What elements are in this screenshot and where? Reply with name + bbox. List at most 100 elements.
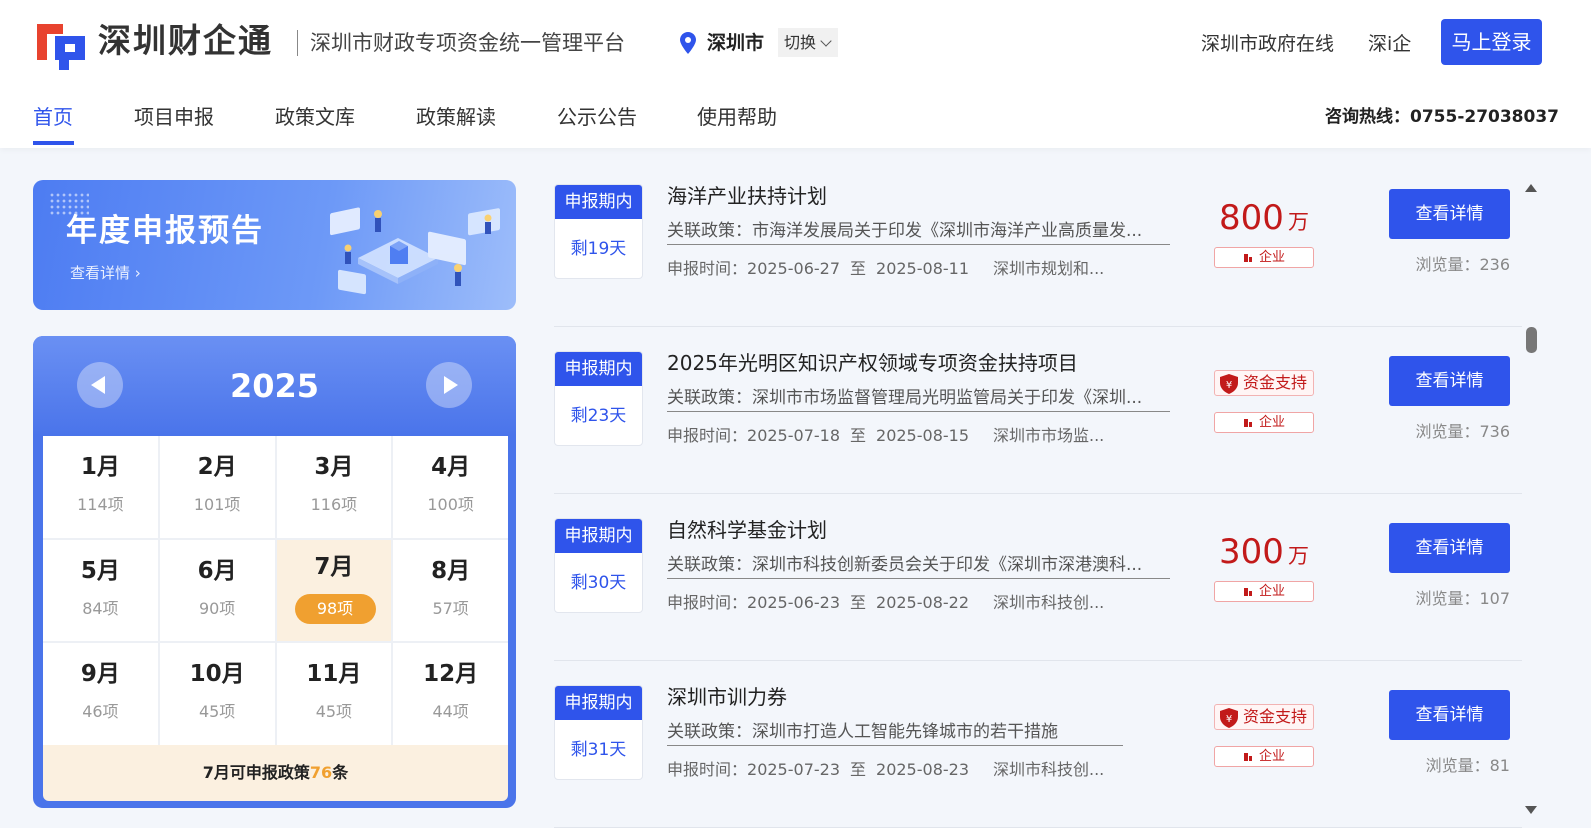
status-box: 申报期内 剩30天	[554, 518, 643, 613]
annual-calendar: 2025 1月 114项 2月 101项 3月 116项 4月 100项 5月 84项 6…	[33, 336, 516, 808]
status-label: 申报期内	[555, 352, 642, 386]
department: 深圳市市场监...	[993, 426, 1105, 445]
status-box: 申报期内 剩19天	[554, 184, 643, 279]
gov-online-link[interactable]: 深圳市政府在线	[1201, 30, 1334, 58]
month-label: 3月	[314, 454, 354, 480]
department: 深圳市科技创...	[993, 760, 1105, 779]
nav-project-apply[interactable]: 项目申报	[134, 102, 214, 132]
apply-time: 申报时间：2025-07-23 至 2025-08-23 深圳市科技创...	[667, 757, 1114, 783]
related-policy-link[interactable]: 关联政策：深圳市市场监督管理局光明监管局关于印发《深圳...	[667, 385, 1170, 412]
view-count: 浏览量：736	[1415, 422, 1510, 441]
amount-unit: 万	[1287, 210, 1309, 234]
brand-subtitle: 深圳市财政专项资金统一管理平台	[310, 31, 625, 55]
next-year-button[interactable]	[426, 362, 472, 408]
month-label: 5月	[80, 557, 120, 584]
yuan-shield-icon: ¥	[1220, 708, 1238, 728]
building-icon	[1243, 419, 1252, 427]
month-cell-11[interactable]: 11月 45项	[276, 643, 392, 745]
enterprise-tag: 企业	[1214, 412, 1314, 433]
list-item[interactable]: 申报期内 剩19天 海洋产业扶持计划 关联政策：市海洋发展局关于印发《深圳市海洋…	[554, 160, 1522, 327]
item-title[interactable]: 2025年光明区知识产权领域专项资金扶持项目	[667, 348, 1078, 378]
caiqitong-logo-icon[interactable]	[33, 14, 89, 70]
scroll-up-arrow-icon[interactable]	[1525, 184, 1537, 192]
item-title[interactable]: 自然科学基金计划	[667, 515, 827, 545]
month-cell-6[interactable]: 6月 90项	[159, 539, 275, 642]
end-date: 2025-08-23	[876, 760, 969, 779]
view-detail-button[interactable]: 查看详情	[1389, 690, 1510, 740]
isometric-illustration-icon	[330, 207, 500, 295]
city-switch-button[interactable]: 切换	[778, 28, 839, 57]
related-policy-link[interactable]: 关联政策：深圳市科技创新委员会关于印发《深圳市深港澳科...	[667, 552, 1170, 579]
calendar-header: 2025	[33, 336, 516, 436]
start-date: 2025-06-27	[747, 259, 840, 278]
enterprise-tag: 企业	[1214, 581, 1314, 602]
nav-active-indicator	[33, 141, 74, 145]
list-item[interactable]: 申报期内 剩31天 深圳市训力券 关联政策：深圳市打造人工智能先锋城市的若干措施…	[554, 661, 1522, 828]
month-label: 1月	[80, 454, 120, 480]
calendar-footer-summary: 7月可申报政策76条	[43, 745, 508, 801]
nav-home[interactable]: 首页	[33, 102, 73, 132]
nav-help[interactable]: 使用帮助	[697, 102, 777, 132]
list-item[interactable]: 申报期内 剩30天 自然科学基金计划 关联政策：深圳市科技创新委员会关于印发《深…	[554, 494, 1522, 661]
list-item[interactable]: 申报期内 剩23天 2025年光明区知识产权领域专项资金扶持项目 关联政策：深圳…	[554, 327, 1522, 494]
month-cell-8[interactable]: 8月 57项	[393, 539, 508, 642]
brand-divider	[297, 30, 298, 56]
month-label: 12月	[423, 661, 479, 688]
month-label: 2月	[197, 454, 237, 480]
month-cell-3[interactable]: 3月 116项	[276, 436, 392, 538]
month-label: 4月	[431, 454, 471, 480]
apply-time: 申报时间：2025-06-23 至 2025-08-22 深圳市科技创...	[667, 590, 1114, 616]
scroll-down-arrow-icon[interactable]	[1525, 806, 1537, 814]
month-cell-1[interactable]: 1月 114项	[43, 436, 158, 538]
month-cell-12[interactable]: 12月 44项	[393, 643, 508, 745]
location-pin-icon	[680, 32, 696, 54]
city-switch-label: 切换	[784, 33, 817, 52]
view-detail-button[interactable]: 查看详情	[1389, 356, 1510, 406]
month-cell-4[interactable]: 4月 100项	[393, 436, 508, 538]
item-title[interactable]: 海洋产业扶持计划	[667, 181, 827, 211]
shen-i-qi-link[interactable]: 深i企	[1368, 30, 1411, 58]
item-title[interactable]: 深圳市训力券	[667, 682, 787, 712]
month-count: 101项	[193, 495, 241, 514]
building-icon	[1243, 753, 1252, 761]
month-cell-5[interactable]: 5月 84项	[43, 539, 158, 642]
nav-policy-library[interactable]: 政策文库	[275, 102, 355, 132]
month-count: 57项	[432, 598, 469, 618]
related-policy-link[interactable]: 关联政策：深圳市打造人工智能先锋城市的若干措施	[667, 719, 1123, 746]
month-grid: 1月 114项 2月 101项 3月 116项 4月 100项 5月 84项 6月 90项 …	[43, 436, 508, 745]
month-count: 116项	[310, 495, 358, 514]
days-left: 剩19天	[570, 239, 627, 259]
time-to: 至	[850, 426, 867, 445]
related-policy-link[interactable]: 关联政策：市海洋发展局关于印发《深圳市海洋产业高质量发...	[667, 218, 1170, 245]
enterprise-tag: 企业	[1214, 746, 1314, 767]
month-cell-9[interactable]: 9月 46项	[43, 643, 158, 745]
arrow-right-icon	[444, 376, 458, 394]
month-label: 11月	[306, 661, 362, 688]
status-label: 申报期内	[555, 686, 642, 720]
hotline: 咨询热线：0755-27038037	[1325, 107, 1559, 127]
view-detail-button[interactable]: 查看详情	[1389, 189, 1510, 239]
month-cell-7[interactable]: 7月 98项	[276, 539, 392, 642]
status-label: 申报期内	[555, 519, 642, 553]
login-button[interactable]: 马上登录	[1441, 19, 1542, 65]
nav-policy-interpretation[interactable]: 政策解读	[416, 102, 496, 132]
site-header: 深圳财企通 深圳市财政专项资金统一管理平台 深圳市 切换 深圳市政府在线 深i企…	[0, 0, 1591, 148]
funding-amount: 800 万	[1214, 195, 1314, 247]
banner-detail-link[interactable]: 查看详情 ›	[70, 262, 141, 284]
nav-announcements[interactable]: 公示公告	[557, 102, 637, 132]
scrollbar-thumb[interactable]	[1526, 327, 1537, 353]
view-detail-button[interactable]: 查看详情	[1389, 523, 1510, 573]
month-cell-10[interactable]: 10月 45项	[159, 643, 275, 745]
month-cell-2[interactable]: 2月 101项	[159, 436, 275, 538]
department: 深圳市科技创...	[993, 593, 1105, 612]
month-count: 45项	[315, 702, 353, 722]
funding-tag-label: 资金支持	[1243, 373, 1308, 392]
enterprise-tag-label: 企业	[1258, 749, 1285, 764]
enterprise-tag: 企业	[1214, 247, 1314, 268]
month-count: 90项	[198, 598, 236, 618]
footer-prefix: 7月可申报政策	[202, 763, 310, 782]
brand-name[interactable]: 深圳财企通	[98, 17, 273, 65]
enterprise-tag-label: 企业	[1258, 415, 1285, 430]
end-date: 2025-08-15	[876, 426, 969, 445]
annual-forecast-banner[interactable]: 年度申报预告 查看详情 ›	[33, 180, 516, 310]
